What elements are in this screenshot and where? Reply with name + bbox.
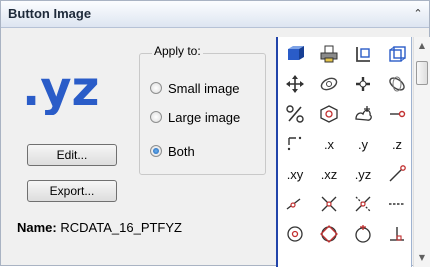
printer-icon[interactable] <box>312 39 346 69</box>
line-endpoint-icon[interactable] <box>380 99 411 129</box>
circle-arc-icon[interactable] <box>346 219 380 249</box>
cube-target-icon[interactable] <box>312 99 346 129</box>
four-way-move-icon[interactable] <box>278 69 312 99</box>
x-cross-icon[interactable] <box>312 189 346 219</box>
blue-grid-cube-icon[interactable] <box>380 39 411 69</box>
panel-title: Button Image <box>8 6 92 21</box>
panel-title-bar[interactable]: Button Image ⌃ <box>1 1 429 28</box>
grid-cell-text[interactable]: .z <box>380 129 411 159</box>
radio-both-dot[interactable] <box>150 145 162 157</box>
corner-bracket-icon[interactable] <box>346 39 380 69</box>
radio-large-image-label: Large image <box>168 110 241 125</box>
percent-icon[interactable] <box>278 99 312 129</box>
grid-cell-text[interactable]: .xy <box>278 159 312 189</box>
name-value: RCDATA_16_PTFYZ <box>60 220 182 235</box>
blue-3d-object-icon[interactable] <box>278 39 312 69</box>
export-button[interactable]: Export... <box>27 180 117 202</box>
vertical-scrollbar[interactable]: ▲ ▼ <box>413 37 430 267</box>
scroll-thumb[interactable] <box>416 61 428 85</box>
name-label: Name: <box>17 220 57 235</box>
preview-text: .yz <box>22 61 99 115</box>
scroll-down-arrow-icon[interactable]: ▼ <box>414 250 430 266</box>
radio-small-image-label: Small image <box>168 81 240 96</box>
diamond-circle-icon[interactable] <box>312 219 346 249</box>
circle-center-icon[interactable] <box>278 219 312 249</box>
scroll-up-arrow-icon[interactable]: ▲ <box>414 38 430 54</box>
button-image-panel: Button Image ⌃ .yz Edit... Export... Nam… <box>0 0 430 267</box>
icon-grid: .x .y .z .xy .xz .yz <box>276 37 412 267</box>
image-preview: .yz <box>21 59 121 117</box>
grid-cell-text[interactable]: .yz <box>346 159 380 189</box>
grid-cell-text[interactable]: .x <box>312 129 346 159</box>
radio-large-image-dot[interactable] <box>150 111 162 123</box>
collapse-chevron-icon[interactable]: ⌃ <box>411 7 425 21</box>
pan-cross-icon[interactable] <box>346 69 380 99</box>
edit-button[interactable]: Edit... <box>27 144 117 166</box>
name-row: Name: RCDATA_16_PTFYZ <box>17 220 182 235</box>
free-orbit-icon[interactable] <box>380 69 411 99</box>
preview-image: .yz <box>22 61 99 117</box>
perpendicular-icon[interactable] <box>380 219 411 249</box>
point-cloud-icon[interactable] <box>346 99 380 129</box>
orbit-icon[interactable] <box>312 69 346 99</box>
grid-cell-text[interactable]: .xz <box>312 159 346 189</box>
dashed-line-icon[interactable] <box>380 189 411 219</box>
corner-dots-icon[interactable] <box>278 129 312 159</box>
x-cross-dotted-icon[interactable] <box>346 189 380 219</box>
apply-to-legend: Apply to: <box>152 44 203 58</box>
radio-both-label: Both <box>168 144 195 159</box>
grid-cell-text[interactable]: .y <box>346 129 380 159</box>
apply-to-group: Apply to: Small image Large image Both <box>139 44 266 175</box>
radio-small-image-dot[interactable] <box>150 82 162 94</box>
angled-line-icon[interactable] <box>278 189 312 219</box>
diagonal-line-icon[interactable] <box>380 159 411 189</box>
